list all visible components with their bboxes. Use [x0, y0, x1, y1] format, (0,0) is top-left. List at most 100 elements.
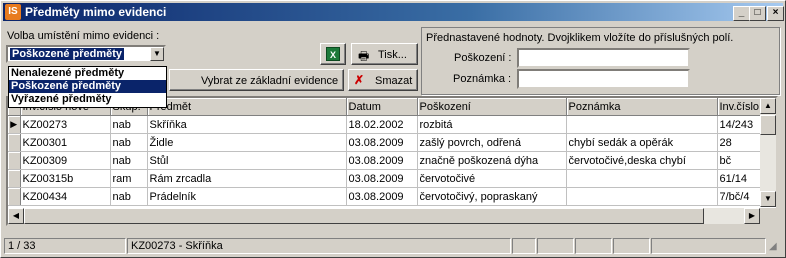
window-title: Předměty mimo evidenci [25, 5, 167, 19]
row-indicator [8, 133, 21, 152]
status-panel [512, 238, 536, 254]
column-header[interactable]: Inv.číslo [717, 98, 763, 116]
status-record-position: 1 / 33 [4, 238, 126, 254]
items-grid[interactable]: Inv.číslo nové Skup. Předmět Datum Poško… [6, 96, 778, 226]
maximize-button[interactable]: □ [749, 6, 766, 21]
select-from-evidence-button[interactable]: Vybrat ze základní evidence [169, 69, 344, 91]
table-cell[interactable]: KZ00273 [20, 115, 111, 134]
table-cell[interactable]: 28 [717, 133, 763, 152]
note-input[interactable] [517, 69, 690, 89]
app-logo-icon: IS [5, 4, 21, 20]
main-window: IS Předměty mimo evidenci _ □ × Volba um… [0, 0, 786, 258]
table-cell[interactable] [566, 169, 718, 188]
location-dropdown-list[interactable]: Nenalezené předměty Poškozené předměty V… [8, 66, 167, 108]
table-cell[interactable]: rozbitá [417, 115, 567, 134]
location-selected-value: Poškozené předměty [10, 48, 125, 60]
column-header[interactable]: Předmět [147, 98, 347, 116]
table-cell[interactable]: Prádelník [147, 187, 347, 206]
items-table: Inv.číslo nové Skup. Předmět Datum Poško… [8, 98, 763, 206]
table-cell[interactable]: nab [110, 115, 148, 134]
table-cell[interactable]: chybí sedák a opěrák [566, 133, 718, 152]
status-panel [537, 238, 574, 254]
horizontal-scroll-thumb[interactable] [24, 208, 704, 224]
table-cell[interactable]: 7/bč/4 [717, 187, 763, 206]
column-header[interactable]: Datum [346, 98, 418, 116]
scroll-corner [760, 208, 776, 224]
delete-button-label: Smazat [375, 75, 413, 87]
excel-icon: X [326, 47, 340, 61]
table-cell[interactable]: 03.08.2009 [346, 133, 418, 152]
table-cell[interactable]: KZ00315b [20, 169, 111, 188]
status-current-item: KZ00273 - Skříňka [127, 238, 511, 254]
table-cell[interactable]: Stůl [147, 151, 347, 170]
note-label: Poznámka : [453, 73, 512, 85]
damage-label: Poškození : [454, 52, 512, 64]
resize-grip-icon[interactable]: ◢ [769, 241, 777, 252]
scroll-left-icon[interactable]: ◀ [8, 208, 24, 224]
defaults-caption: Přednastavené hodnoty. Dvojklikem vložít… [426, 32, 734, 44]
table-cell[interactable]: KZ00309 [20, 151, 111, 170]
table-cell[interactable]: Židle [147, 133, 347, 152]
table-cell[interactable]: 03.08.2009 [346, 151, 418, 170]
table-cell[interactable] [566, 115, 718, 134]
table-row[interactable]: KZ00434 nab Prádelník 03.08.2009 červoto… [8, 187, 763, 206]
damage-input[interactable] [517, 48, 690, 68]
table-cell[interactable]: červotočivé,deska chybí [566, 151, 718, 170]
row-indicator [8, 169, 21, 188]
location-option-selected[interactable]: Poškozené předměty [9, 80, 166, 93]
horizontal-scrollbar[interactable]: ◀ ▶ [8, 208, 760, 224]
table-cell[interactable]: 03.08.2009 [346, 169, 418, 188]
status-panel [613, 238, 650, 254]
vertical-scroll-thumb[interactable] [760, 115, 776, 135]
print-button[interactable]: 🖶 Tisk... [351, 43, 418, 65]
column-header[interactable]: Poškození [417, 98, 567, 116]
vertical-scrollbar[interactable]: ▲ ▼ [760, 98, 776, 207]
table-cell[interactable]: červotočivé [417, 169, 567, 188]
table-cell[interactable]: KZ00434 [20, 187, 111, 206]
row-indicator [8, 151, 21, 170]
table-cell[interactable]: KZ00301 [20, 133, 111, 152]
table-cell[interactable]: nab [110, 133, 148, 152]
table-row[interactable]: KZ00301 nab Židle 03.08.2009 zašlý povrc… [8, 133, 763, 152]
table-cell[interactable]: 14/243 [717, 115, 763, 134]
table-cell[interactable] [566, 187, 718, 206]
scroll-up-icon[interactable]: ▲ [760, 98, 776, 114]
table-row[interactable]: KZ00309 nab Stůl 03.08.2009 značně poško… [8, 151, 763, 170]
table-cell[interactable]: bč [717, 151, 763, 170]
column-header[interactable]: Poznámka [566, 98, 718, 116]
table-cell[interactable]: Skříňka [147, 115, 347, 134]
current-row-indicator-icon: ▶ [8, 115, 21, 134]
close-button[interactable]: × [767, 6, 784, 21]
title-bar[interactable]: IS Předměty mimo evidenci _ □ × [3, 3, 784, 21]
location-select[interactable]: Poškozené předměty ▼ [6, 45, 166, 63]
table-cell[interactable]: zašlý povrch, odřená [417, 133, 567, 152]
delete-button[interactable]: ✗ Smazat [348, 69, 418, 91]
scroll-right-icon[interactable]: ▶ [744, 208, 760, 224]
table-cell[interactable]: Rám zrcadla [147, 169, 347, 188]
table-cell[interactable]: nab [110, 151, 148, 170]
row-indicator [8, 187, 21, 206]
delete-icon: ✗ [354, 73, 365, 87]
table-row[interactable]: ▶ KZ00273 nab Skříňka 18.02.2002 rozbitá… [8, 115, 763, 134]
status-panel [575, 238, 612, 254]
scroll-down-icon[interactable]: ▼ [760, 191, 776, 207]
printer-icon: 🖶 [358, 49, 370, 63]
location-option[interactable]: Vyřazené předměty [9, 93, 166, 106]
export-excel-button[interactable]: X [320, 43, 346, 65]
print-button-label: Tisk... [378, 49, 407, 61]
table-cell[interactable]: značně poškozená dýha [417, 151, 567, 170]
table-cell[interactable]: nab [110, 187, 148, 206]
table-cell[interactable]: červotočivý, popraskaný [417, 187, 567, 206]
location-label: Volba umístění mimo evidenci : [7, 30, 160, 42]
minimize-button[interactable]: _ [733, 6, 750, 21]
table-cell[interactable]: ram [110, 169, 148, 188]
table-row[interactable]: KZ00315b ram Rám zrcadla 03.08.2009 červ… [8, 169, 763, 188]
status-panel [651, 238, 766, 254]
table-cell[interactable]: 18.02.2002 [346, 115, 418, 134]
table-cell[interactable]: 61/14 [717, 169, 763, 188]
location-option[interactable]: Nenalezené předměty [9, 67, 166, 80]
table-cell[interactable]: 03.08.2009 [346, 187, 418, 206]
chevron-down-icon[interactable]: ▼ [150, 47, 164, 61]
select-button-label: Vybrat ze základní evidence [201, 75, 339, 87]
defaults-panel: Přednastavené hodnoty. Dvojklikem vložít… [421, 27, 780, 95]
